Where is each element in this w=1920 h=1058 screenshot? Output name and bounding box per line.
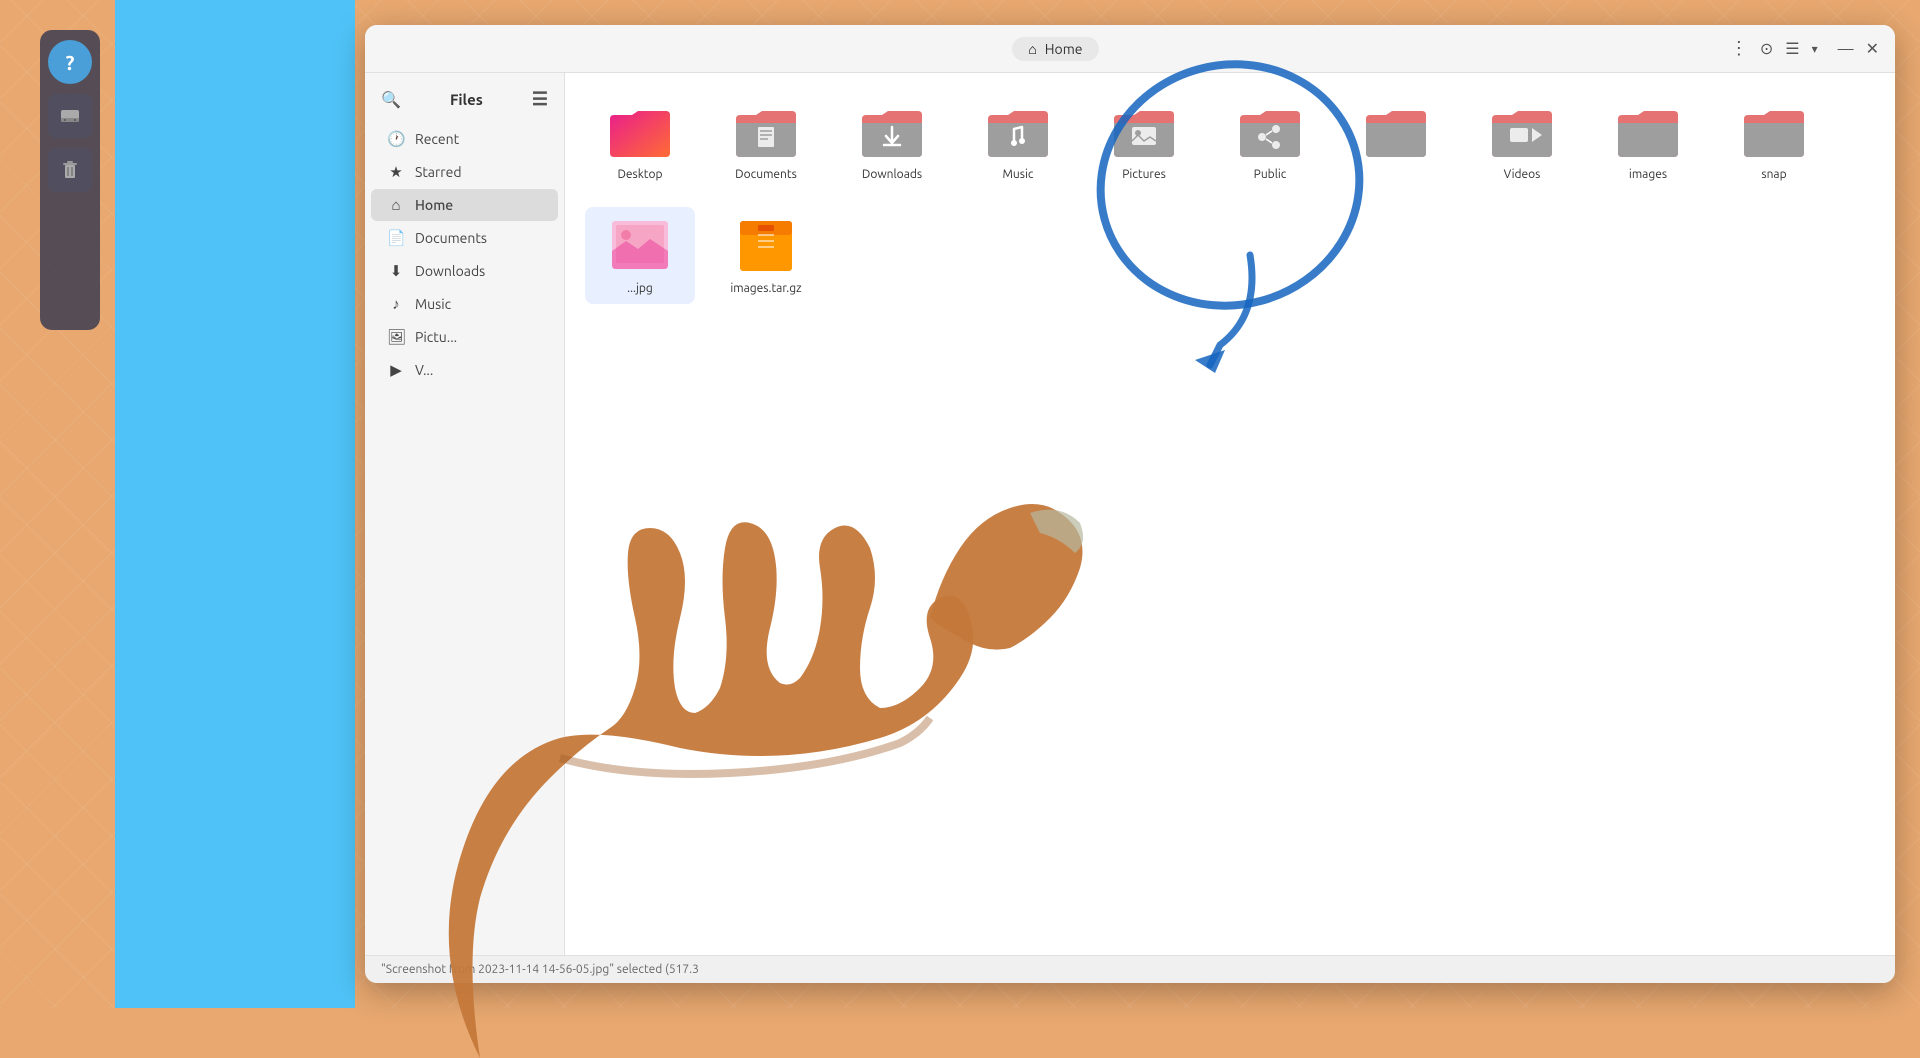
home-nav-icon: ⌂: [387, 196, 405, 214]
file-item-templates[interactable]: [1341, 93, 1451, 191]
pictures-icon: 🖼: [387, 328, 405, 346]
file-item-snap[interactable]: snap: [1719, 93, 1829, 191]
title-bar-right: ⋮ ⊙ ☰ ▾ — ✕: [1730, 38, 1879, 59]
images-folder-icon: [1612, 101, 1684, 161]
sidebar-item-downloads[interactable]: ⬇ Downloads: [371, 255, 558, 287]
file-item-screenshot[interactable]: ...jpg: [585, 207, 695, 305]
file-manager-window: ⌂ Home ⋮ ⊙ ☰ ▾ — ✕ 🔍 Files ☰: [365, 25, 1895, 983]
sidebar-title: Files: [401, 91, 532, 108]
more-options-icon[interactable]: ⋮: [1730, 38, 1748, 59]
file-item-images[interactable]: images: [1593, 93, 1703, 191]
sidebar-item-recent[interactable]: 🕐 Recent: [371, 123, 558, 155]
downloads-label: Downloads: [862, 167, 922, 183]
file-item-pictures[interactable]: Pictures: [1089, 93, 1199, 191]
file-item-public[interactable]: Public: [1215, 93, 1325, 191]
file-area: Desktop: [565, 73, 1895, 955]
drive-icon[interactable]: [48, 94, 92, 138]
sidebar-item-recent-label: Recent: [415, 131, 459, 147]
sidebar-item-pictures-label: Pictu...: [415, 329, 457, 345]
status-bar: "Screenshot from 2023-11-14 14-56-05.jpg…: [365, 955, 1895, 983]
status-text: "Screenshot from 2023-11-14 14-56-05.jpg…: [381, 963, 699, 976]
sidebar-item-music-label: Music: [415, 296, 451, 312]
sidebar-item-pictures[interactable]: 🖼 Pictu...: [371, 321, 558, 353]
music-icon: ♪: [387, 295, 405, 313]
sidebar-item-music[interactable]: ♪ Music: [371, 288, 558, 320]
question-button[interactable]: ?: [48, 40, 92, 84]
file-grid: Desktop: [585, 93, 1875, 304]
file-item-documents[interactable]: Documents: [711, 93, 821, 191]
content-area: 🔍 Files ☰ 🕐 Recent ★ Starred ⌂ Home: [365, 73, 1895, 955]
images-label: images: [1629, 167, 1667, 183]
desktop-folder-icon: [604, 101, 676, 161]
pictures-label: Pictures: [1122, 167, 1166, 183]
documents-folder-icon: [730, 101, 802, 161]
minimize-button[interactable]: —: [1838, 40, 1854, 58]
music-folder-icon: [982, 101, 1054, 161]
sidebar-item-videos-label: V...: [415, 362, 433, 378]
sidebar-item-home-label: Home: [415, 197, 453, 213]
sidebar-menu-icon[interactable]: ☰: [532, 89, 548, 110]
sidebar-item-documents-label: Documents: [415, 230, 487, 246]
documents-icon: 📄: [387, 229, 405, 247]
snap-label: snap: [1761, 167, 1786, 183]
sidebar-item-home[interactable]: ⌂ Home: [371, 189, 558, 221]
archive-file-icon: [730, 215, 802, 275]
trash-icon[interactable]: [48, 148, 92, 192]
snap-folder-icon: [1738, 101, 1810, 161]
screenshot-label: ...jpg: [627, 281, 653, 297]
public-label: Public: [1254, 167, 1287, 183]
title-bar: ⌂ Home ⋮ ⊙ ☰ ▾ — ✕: [365, 25, 1895, 73]
sidebar-item-starred[interactable]: ★ Starred: [371, 156, 558, 188]
videos-label: Videos: [1504, 167, 1541, 183]
templates-folder-icon: [1360, 101, 1432, 161]
location-text: Home: [1045, 41, 1083, 57]
close-button[interactable]: ✕: [1866, 39, 1879, 58]
taskbar: ?: [40, 30, 100, 330]
file-item-videos[interactable]: Videos: [1467, 93, 1577, 191]
downloads-icon: ⬇: [387, 262, 405, 280]
file-item-desktop[interactable]: Desktop: [585, 93, 695, 191]
pictures-folder-icon: [1108, 101, 1180, 161]
sidebar-item-starred-label: Starred: [415, 164, 462, 180]
downloads-folder-icon: [856, 101, 928, 161]
documents-label: Documents: [735, 167, 797, 183]
sidebar-item-videos[interactable]: ▶ V...: [371, 354, 558, 386]
view-toggle-icon[interactable]: ☰: [1785, 39, 1799, 58]
sidebar-search-icon[interactable]: 🔍: [381, 90, 401, 109]
home-icon: ⌂: [1028, 41, 1036, 57]
desktop-label: Desktop: [617, 167, 662, 183]
public-folder-icon: [1234, 101, 1306, 161]
screenshot-file-icon: [604, 215, 676, 275]
music-label: Music: [1003, 167, 1034, 183]
sidebar-item-downloads-label: Downloads: [415, 263, 485, 279]
starred-icon: ★: [387, 163, 405, 181]
location-bar[interactable]: ⌂ Home: [1012, 37, 1098, 61]
videos-folder-icon: [1486, 101, 1558, 161]
sidebar-header: 🔍 Files ☰: [365, 85, 564, 122]
recent-icon: 🕐: [387, 130, 405, 148]
sidebar: 🔍 Files ☰ 🕐 Recent ★ Starred ⌂ Home: [365, 73, 565, 955]
camera-icon[interactable]: ⊙: [1760, 39, 1773, 58]
images-tar-label: images.tar.gz: [730, 281, 801, 297]
file-item-images-tar[interactable]: images.tar.gz: [711, 207, 821, 305]
file-item-music[interactable]: Music: [963, 93, 1073, 191]
chevron-icon[interactable]: ▾: [1812, 42, 1818, 56]
file-item-downloads[interactable]: Downloads: [837, 93, 947, 191]
sidebar-item-documents[interactable]: 📄 Documents: [371, 222, 558, 254]
videos-icon: ▶: [387, 361, 405, 379]
